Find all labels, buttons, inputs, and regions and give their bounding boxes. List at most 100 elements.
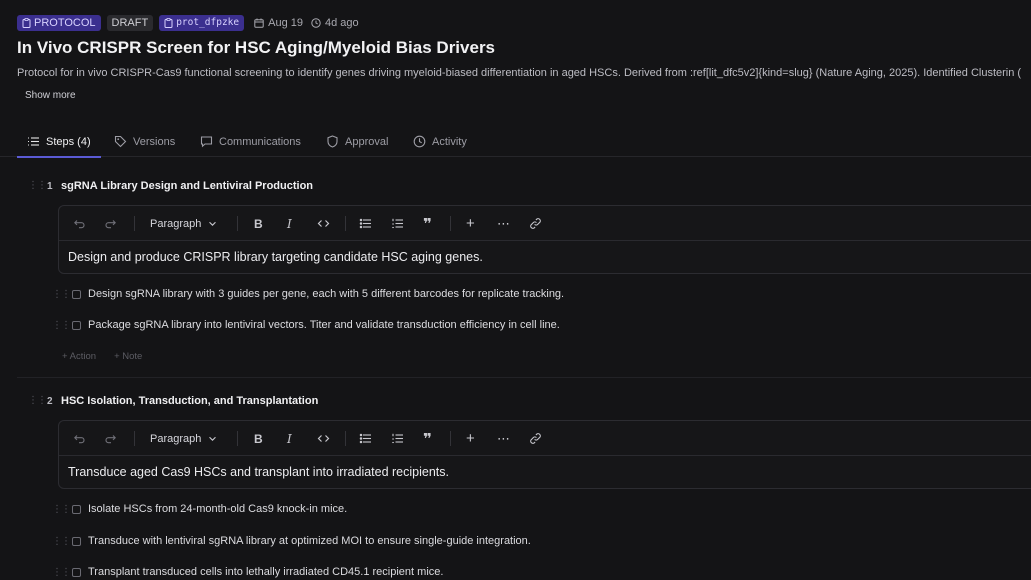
protocol-description: Protocol for in vivo CRISPR-Cas9 functio…: [17, 67, 1022, 79]
editor-toolbar: Paragraph B I ❞ + ⋯: [59, 421, 1031, 456]
numbered-list-button[interactable]: [391, 215, 404, 232]
drag-handle-icon[interactable]: ⋮⋮: [52, 536, 71, 547]
step-title: sgRNA Library Design and Lentiviral Prod…: [61, 180, 314, 192]
numbered-list-button[interactable]: [391, 430, 404, 447]
toolbar-separator: [134, 431, 135, 446]
step-title: HSC Isolation, Transduction, and Transpl…: [61, 395, 319, 407]
step-number: 2: [47, 396, 53, 407]
step-editor[interactable]: Paragraph B I ❞ + ⋯ Transduce aged Cas9 …: [58, 420, 1031, 489]
ellipsis-icon: ⋯: [497, 215, 510, 231]
numbered-list-icon: [392, 218, 403, 229]
block-type-select[interactable]: Paragraph: [150, 215, 218, 232]
editor-content[interactable]: Design and produce CRISPR library target…: [59, 241, 1031, 273]
action-text[interactable]: Design sgRNA library with 3 guides per g…: [88, 288, 564, 300]
redo-button[interactable]: [104, 430, 117, 447]
tab-bar: Steps (4) Versions Communications Approv…: [0, 126, 1031, 158]
redo-icon: [105, 435, 116, 444]
date-text: Aug 19: [268, 17, 303, 29]
action-checkbox[interactable]: [72, 320, 81, 330]
more-button[interactable]: ⋯: [497, 215, 510, 232]
link-icon: [530, 218, 541, 229]
code-button[interactable]: [317, 215, 330, 232]
action-text[interactable]: Isolate HSCs from 24-month-old Cas9 knoc…: [88, 503, 347, 515]
protocol-page: PROTOCOL DRAFT prot_dfpzke Aug 19 4d ago…: [0, 0, 1031, 580]
more-button[interactable]: ⋯: [497, 430, 510, 447]
tab-versions[interactable]: Versions: [114, 126, 175, 157]
code-button[interactable]: [317, 430, 330, 447]
drag-handle-icon[interactable]: ⋮⋮: [52, 289, 71, 300]
ellipsis-icon: ⋯: [497, 430, 510, 446]
tab-activity-label: Activity: [432, 135, 467, 148]
plus-icon: +: [466, 430, 475, 447]
tab-communications[interactable]: Communications: [200, 126, 301, 157]
chevron-down-icon: [209, 436, 217, 441]
undo-icon: [74, 435, 85, 444]
drag-handle-icon[interactable]: ⋮⋮: [52, 567, 71, 578]
toolbar-separator: [345, 216, 346, 231]
insert-button[interactable]: +: [466, 430, 475, 447]
bold-button[interactable]: B: [254, 215, 263, 232]
toolbar-separator: [237, 431, 238, 446]
tab-approval-label: Approval: [345, 135, 389, 148]
numbered-list-icon: [392, 433, 403, 444]
editor-toolbar: Paragraph B I ❞ + ⋯: [59, 206, 1031, 241]
bullet-list-icon: [359, 218, 371, 229]
toolbar-separator: [345, 431, 346, 446]
add-action-button[interactable]: + Action: [62, 351, 96, 362]
action-checkbox[interactable]: [72, 536, 81, 546]
tab-steps-label: Steps (4): [46, 135, 91, 148]
clipboard-icon: [164, 18, 173, 28]
block-type-label: Paragraph: [150, 432, 202, 445]
toolbar-separator: [237, 216, 238, 231]
drag-handle-icon[interactable]: ⋮⋮: [52, 320, 71, 331]
drag-handle-icon[interactable]: ⋮⋮: [28, 180, 47, 191]
action-item: ⋮⋮ Isolate HSCs from 24-month-old Cas9 k…: [52, 503, 347, 515]
insert-button[interactable]: +: [466, 215, 475, 232]
drag-handle-icon[interactable]: ⋮⋮: [28, 395, 47, 406]
clipboard-icon: [22, 18, 31, 28]
action-text[interactable]: Package sgRNA library into lentiviral ve…: [88, 319, 560, 331]
action-checkbox[interactable]: [72, 289, 81, 299]
tag-icon: [114, 135, 127, 148]
drag-handle-icon[interactable]: ⋮⋮: [52, 504, 71, 515]
action-item: ⋮⋮ Design sgRNA library with 3 guides pe…: [52, 288, 564, 300]
redo-button[interactable]: [104, 215, 117, 232]
id-badge-label: prot_dfpzke: [176, 17, 240, 28]
tab-communications-label: Communications: [219, 135, 301, 148]
undo-button[interactable]: [73, 430, 86, 447]
italic-button[interactable]: I: [287, 215, 292, 232]
tab-approval[interactable]: Approval: [326, 126, 388, 157]
tab-versions-label: Versions: [133, 135, 176, 148]
action-item: ⋮⋮ Package sgRNA library into lentiviral…: [52, 319, 560, 331]
add-note-button[interactable]: + Note: [114, 351, 142, 362]
tab-steps[interactable]: Steps (4): [17, 126, 101, 158]
toolbar-separator: [134, 216, 135, 231]
calendar-icon: [254, 18, 264, 28]
step-editor[interactable]: Paragraph B I ❞ + ⋯ Design and produce C…: [58, 205, 1031, 274]
bullet-list-button[interactable]: [359, 430, 372, 447]
bullet-list-button[interactable]: [359, 215, 372, 232]
show-more-button[interactable]: Show more: [25, 90, 76, 101]
action-checkbox[interactable]: [72, 567, 81, 577]
link-button[interactable]: [529, 430, 542, 447]
clock-icon: [311, 18, 321, 28]
quote-button[interactable]: ❞: [423, 430, 432, 448]
action-text[interactable]: Transduce with lentiviral sgRNA library …: [88, 535, 531, 547]
action-item: ⋮⋮ Transduce with lentiviral sgRNA libra…: [52, 535, 531, 547]
italic-button[interactable]: I: [287, 430, 292, 447]
plus-icon: +: [466, 215, 475, 232]
undo-icon: [74, 220, 85, 229]
id-badge[interactable]: prot_dfpzke: [159, 15, 245, 31]
action-text[interactable]: Transplant transduced cells into lethall…: [88, 566, 443, 578]
undo-button[interactable]: [73, 215, 86, 232]
quote-button[interactable]: ❞: [423, 215, 432, 233]
status-badge: DRAFT: [106, 15, 154, 31]
tab-activity[interactable]: Activity: [413, 126, 467, 157]
editor-content[interactable]: Transduce aged Cas9 HSCs and transplant …: [59, 456, 1031, 488]
clock-icon: [413, 135, 426, 148]
link-button[interactable]: [529, 215, 542, 232]
action-item: ⋮⋮ Transplant transduced cells into leth…: [52, 566, 443, 578]
bold-button[interactable]: B: [254, 430, 263, 447]
action-checkbox[interactable]: [72, 504, 81, 514]
block-type-select[interactable]: Paragraph: [150, 430, 218, 447]
